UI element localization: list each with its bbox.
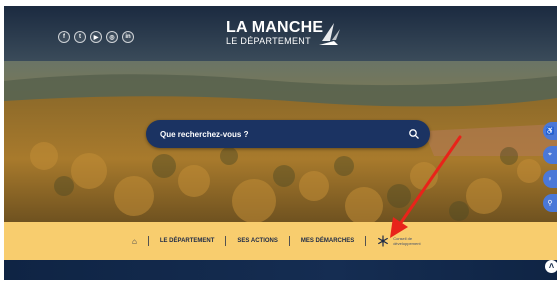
search-bar[interactable]: Que recherchez-vous ? — [146, 120, 430, 148]
nav-item-mes-demarches[interactable]: MES DÉMARCHES — [301, 238, 354, 244]
link-icon[interactable]: ⚲ — [543, 194, 557, 212]
home-icon[interactable]: ⌂ — [132, 237, 137, 246]
instagram-icon[interactable]: ◎ — [106, 31, 118, 43]
nav-divider — [288, 236, 290, 246]
logo-subtitle: LE DÉPARTEMENT — [226, 36, 311, 46]
search-icon[interactable] — [408, 128, 420, 140]
twitter-icon[interactable]: t — [74, 31, 86, 43]
logo-title: LA MANCHE — [226, 19, 324, 36]
accessibility-icon[interactable]: ♿ — [543, 122, 557, 140]
main-nav: ⌂ LE DÉPARTEMENT SES ACTIONS MES DÉMARCH… — [4, 222, 557, 260]
scroll-to-top-button[interactable]: ˄ — [545, 260, 557, 273]
location-icon[interactable]: ⌖ — [543, 146, 557, 164]
linkedin-icon[interactable]: in — [122, 31, 134, 43]
sail-logo-icon — [319, 23, 340, 45]
nav-divider — [225, 236, 227, 246]
content-strip — [4, 260, 557, 280]
cdc-label: Conseil de développement — [393, 236, 421, 246]
nav-item-ses-actions[interactable]: SES ACTIONS — [237, 238, 277, 244]
social-links: f t ▶ ◎ in — [58, 31, 134, 43]
nav-item-conseil-developpement[interactable]: Conseil de développement — [377, 235, 439, 247]
search-input[interactable]: Que recherchez-vous ? — [160, 130, 408, 139]
nav-divider — [365, 236, 367, 246]
youtube-icon[interactable]: ▶ — [90, 31, 102, 43]
page: f t ▶ ◎ in LA MANCHE LE DÉPARTEMENT Que … — [4, 6, 557, 280]
snowflake-icon — [378, 235, 389, 247]
hero-banner: f t ▶ ◎ in LA MANCHE LE DÉPARTEMENT Que … — [4, 6, 557, 222]
nav-divider — [147, 236, 149, 246]
site-logo[interactable]: LA MANCHE LE DÉPARTEMENT — [226, 19, 323, 47]
facebook-icon[interactable]: f — [58, 31, 70, 43]
nav-item-le-departement[interactable]: LE DÉPARTEMENT — [160, 238, 215, 244]
lightbulb-icon[interactable]: ♀ — [543, 170, 557, 188]
